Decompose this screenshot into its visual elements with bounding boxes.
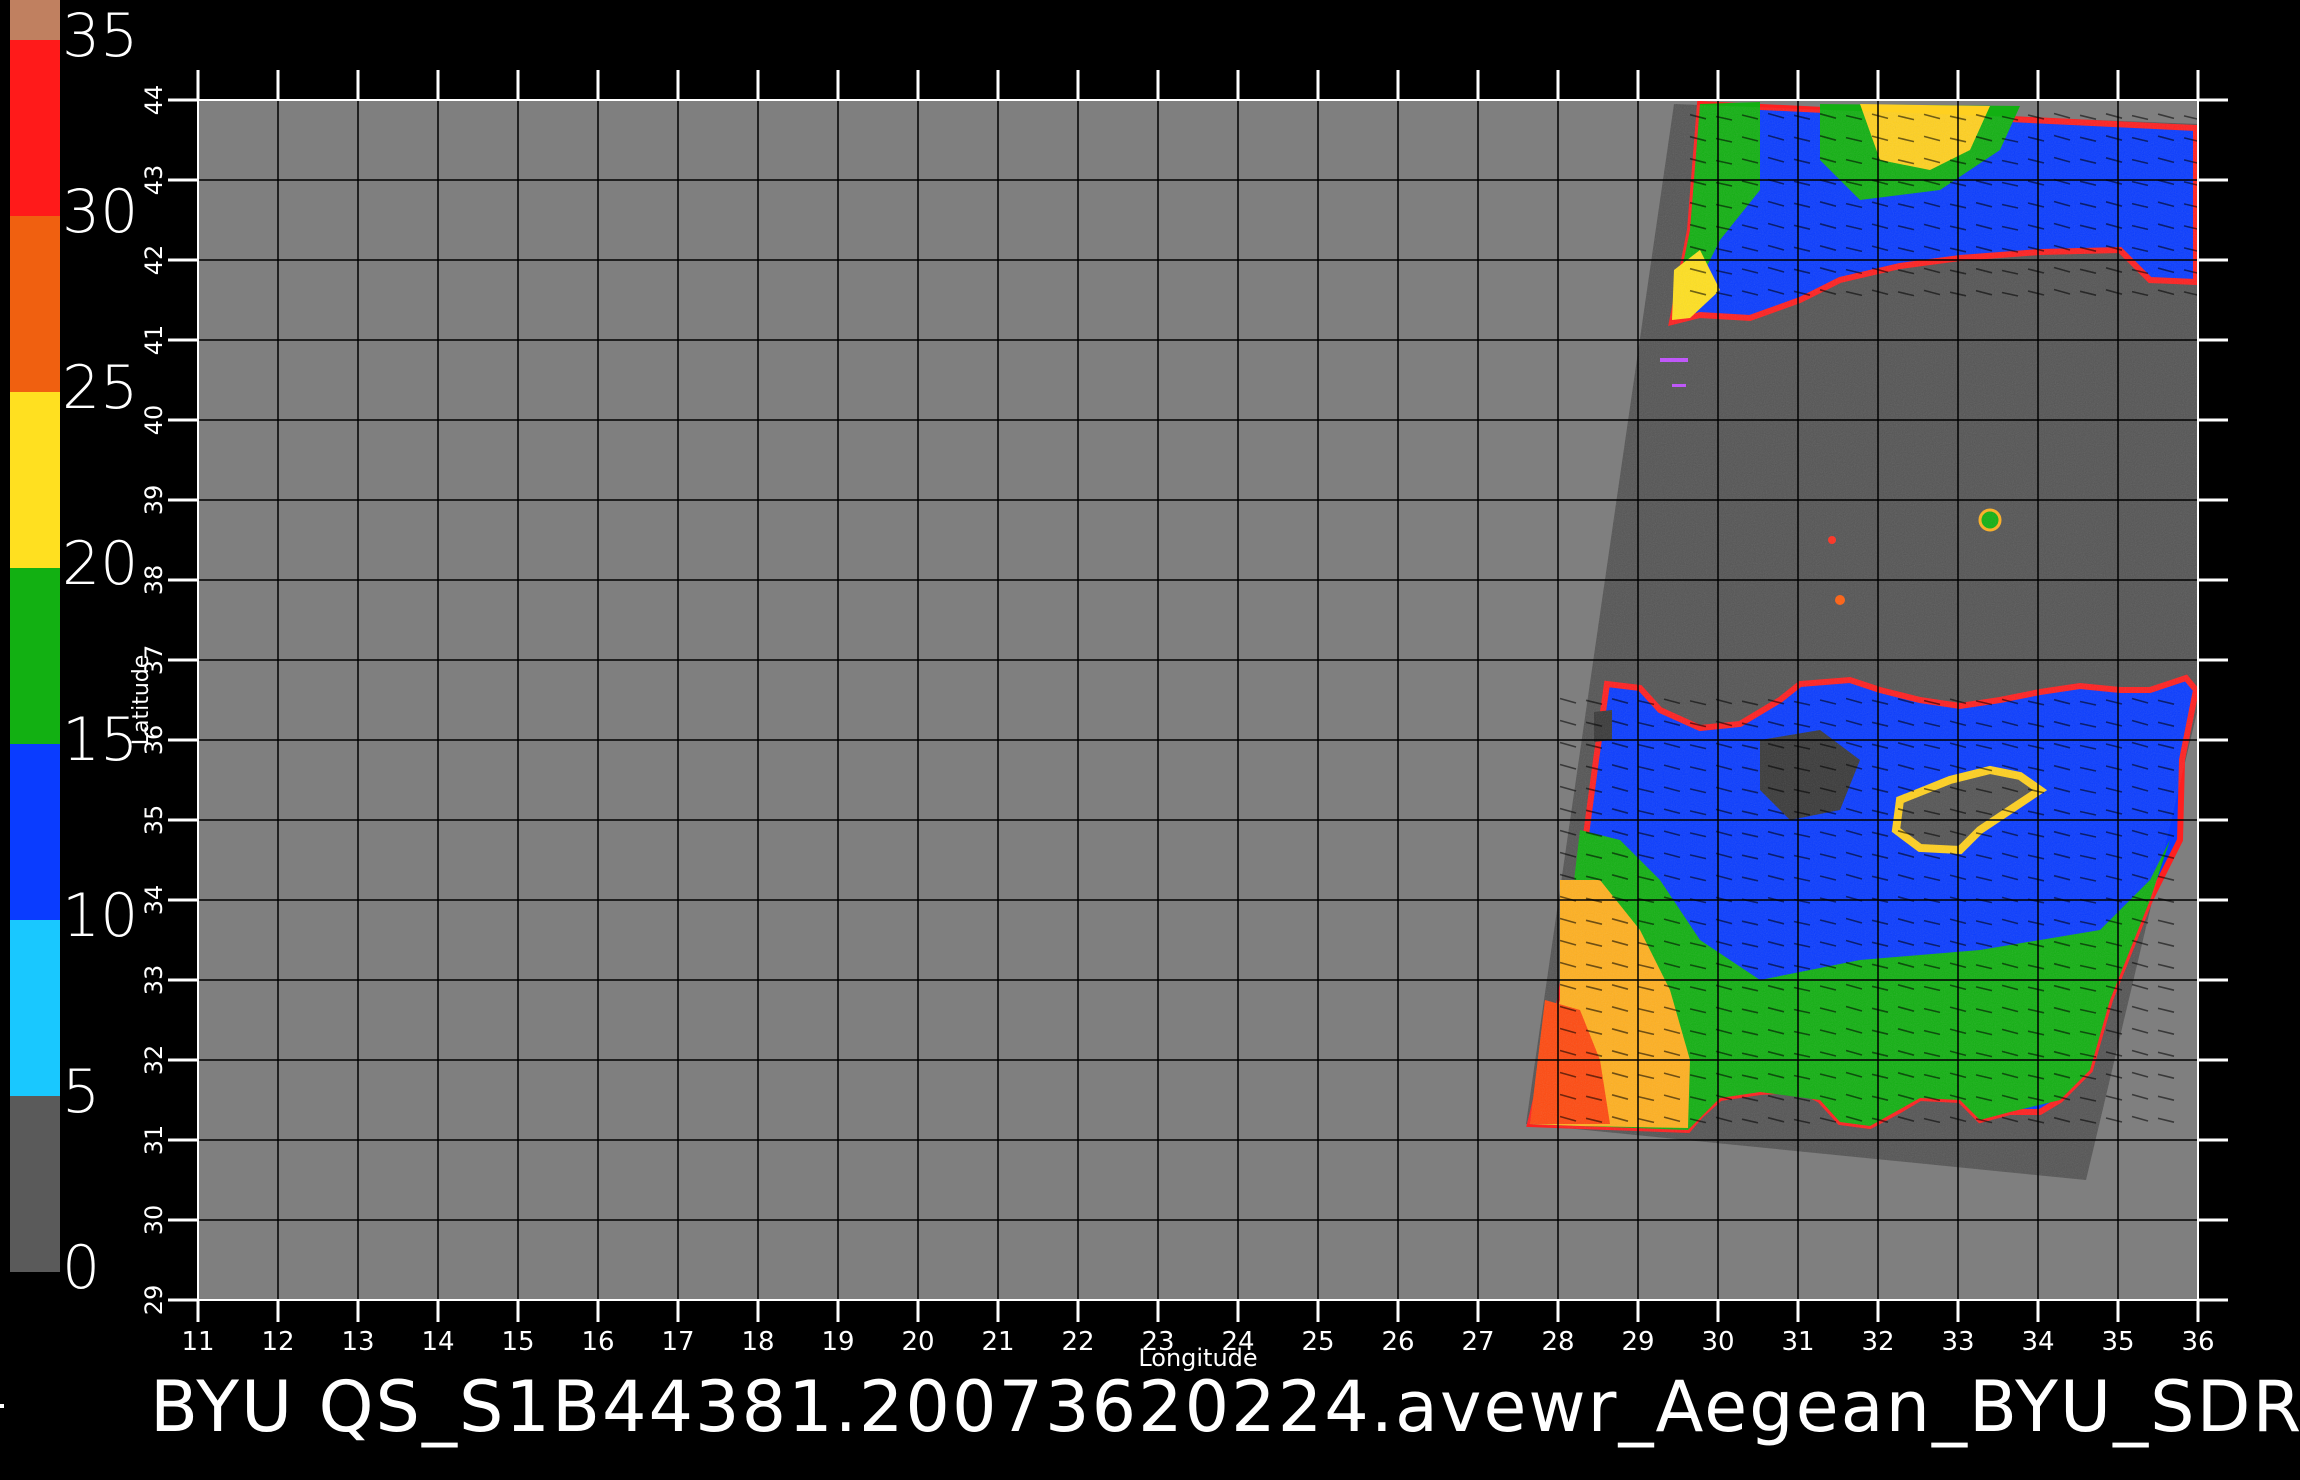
colorbar-segment xyxy=(10,744,60,920)
image-title: BYU QS_S1B44381.20073620224.avewr_Aegean… xyxy=(150,1366,2300,1448)
y-tick-label: 34 xyxy=(140,885,168,916)
edge-marker xyxy=(0,1404,4,1408)
x-tick-label: 12 xyxy=(261,1327,294,1357)
y-tick-label: 33 xyxy=(140,965,168,996)
y-tick-label: 42 xyxy=(140,245,168,276)
x-tick-label: 21 xyxy=(981,1327,1014,1357)
x-tick-label: 16 xyxy=(581,1327,614,1357)
x-tick-label: 13 xyxy=(341,1327,374,1357)
colorbar-label: 0 xyxy=(62,1233,101,1303)
colorbar-segment xyxy=(10,216,60,392)
x-tick-label: 22 xyxy=(1061,1327,1094,1357)
x-tick-label: 36 xyxy=(2181,1327,2214,1357)
colorbar-label: 35 xyxy=(62,1,139,71)
x-tick-label: 18 xyxy=(741,1327,774,1357)
colorbar-segment xyxy=(10,1096,60,1272)
y-tick-label: 39 xyxy=(140,485,168,516)
y-tick-label: 32 xyxy=(140,1045,168,1076)
x-tick-label: 26 xyxy=(1381,1327,1414,1357)
colorbar-label: 10 xyxy=(62,881,139,951)
colorbar-segment xyxy=(10,40,60,216)
y-tick-label: 35 xyxy=(140,805,168,836)
x-tick-label: 32 xyxy=(1861,1327,1894,1357)
y-tick-label: 38 xyxy=(140,565,168,596)
x-tick-label: 33 xyxy=(1941,1327,1974,1357)
x-tick-label: 27 xyxy=(1461,1327,1494,1357)
x-tick-label: 35 xyxy=(2101,1327,2134,1357)
y-tick-label: 40 xyxy=(140,405,168,436)
x-tick-label: 15 xyxy=(501,1327,534,1357)
colorbar-segment xyxy=(10,0,60,40)
x-tick-label: 17 xyxy=(661,1327,694,1357)
y-tick-label: 41 xyxy=(140,325,168,356)
x-tick-label: 19 xyxy=(821,1327,854,1357)
colorbar-label: 20 xyxy=(62,529,139,599)
x-tick-label: 20 xyxy=(901,1327,934,1357)
y-tick-label: 44 xyxy=(140,85,168,116)
colorbar-label: 25 xyxy=(62,353,139,423)
colorbar xyxy=(10,0,60,1272)
x-tick-label: 28 xyxy=(1541,1327,1574,1357)
x-tick-label: 29 xyxy=(1621,1327,1654,1357)
x-tick-label: 14 xyxy=(421,1327,454,1357)
colorbar-segment xyxy=(10,568,60,744)
wind-speed-map-figure: 11 12 13 14 15 16 17 18 19 20 21 22 23 24 25 26 27 28 29 30… xyxy=(10,0,2228,1372)
colorbar-label: 15 xyxy=(62,705,139,775)
x-tick-label: 30 xyxy=(1701,1327,1734,1357)
y-tick-label: 31 xyxy=(140,1125,168,1156)
y-tick-label: 43 xyxy=(140,165,168,196)
x-tick-label: 25 xyxy=(1301,1327,1334,1357)
y-tick-label: 29 xyxy=(140,1285,168,1316)
colorbar-label: 30 xyxy=(62,177,139,247)
x-tick-label: 34 xyxy=(2021,1327,2054,1357)
colorbar-label: 5 xyxy=(62,1057,101,1127)
colorbar-segment xyxy=(10,920,60,1096)
y-tick-label: 30 xyxy=(140,1205,168,1236)
colorbar-segment xyxy=(10,392,60,568)
x-tick-label: 11 xyxy=(181,1327,214,1357)
x-tick-label: 31 xyxy=(1781,1327,1814,1357)
